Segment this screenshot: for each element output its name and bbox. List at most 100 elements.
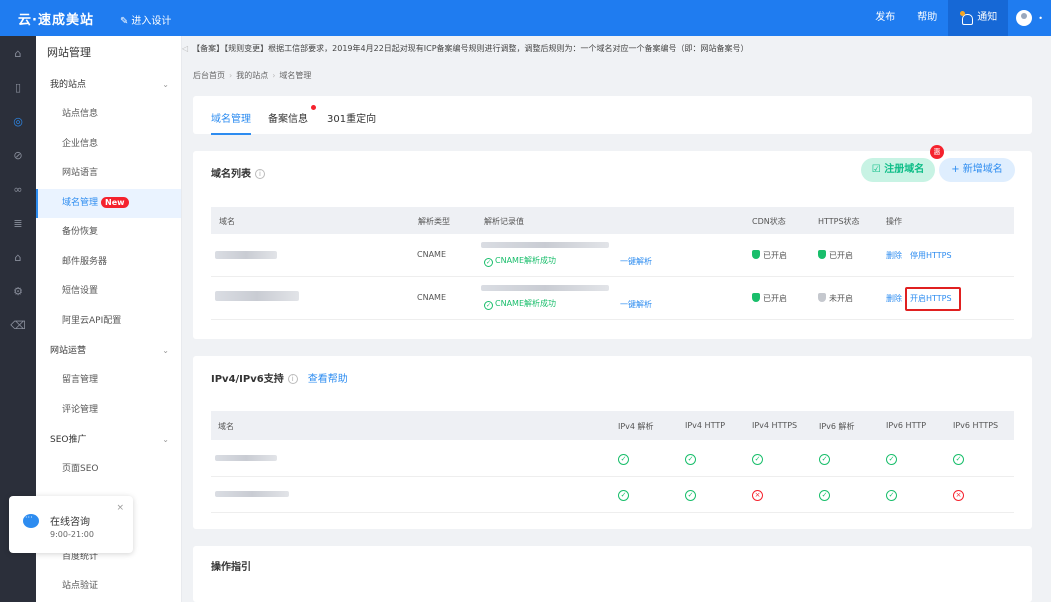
tab-301-redirect[interactable]: 301重定向	[327, 110, 376, 125]
logo[interactable]: 云·速成美站	[18, 9, 94, 28]
consult-hours: 9:00-21:00	[50, 530, 94, 539]
https-status: 未开启	[818, 293, 853, 304]
table-row: CNAME ✓ CNAME解析成功 一键解析 已开启 未开启 删除 开启HTTPS	[211, 277, 1014, 320]
table-header: 域名 IPv4 解析 IPv4 HTTP IPv4 HTTPS IPv6 解析 …	[211, 411, 1014, 440]
breadcrumb-home[interactable]: 后台首页	[193, 71, 225, 80]
record-status: ✓ CNAME解析成功	[484, 298, 556, 310]
col-resolve-type: 解析类型	[418, 217, 450, 226]
col-domain: 域名	[219, 217, 235, 226]
breadcrumb-my-site[interactable]: 我的站点	[236, 71, 268, 80]
sidebar-group-operations[interactable]: 网站运营 ⌄	[36, 336, 181, 366]
shop-icon[interactable]: ⌂	[0, 240, 36, 274]
check-circle-icon: ✓	[685, 454, 696, 465]
help-button[interactable]: 帮助	[906, 0, 948, 36]
https-status: 已开启	[818, 250, 853, 261]
breadcrumb-separator: ›	[272, 71, 276, 80]
shield-icon	[752, 250, 760, 259]
highlight-box	[905, 287, 961, 311]
red-dot	[311, 105, 316, 110]
close-icon[interactable]: ×	[116, 503, 124, 513]
tab-domain-management[interactable]: 域名管理	[211, 110, 251, 135]
sidebar-item-messages[interactable]: 留言管理	[36, 366, 181, 396]
top-bar: 云·速成美站 ✎ 进入设计 发布 帮助 通知 •	[0, 0, 1051, 36]
record-status: ✓ CNAME解析成功	[484, 255, 556, 267]
sidebar-item-aliyun-api[interactable]: 阿里云API配置	[36, 307, 181, 337]
disable-https-link[interactable]: 停用HTTPS	[910, 250, 952, 261]
notice-button[interactable]: 通知	[948, 0, 1009, 36]
section-title-text: IPv4/IPv6支持	[211, 374, 284, 385]
pages-icon[interactable]: ▯	[0, 70, 36, 104]
cdn-status-text: 已开启	[763, 294, 787, 303]
check-circle-icon: ✓	[484, 301, 493, 310]
group-label: 我的站点	[50, 80, 87, 90]
sidebar-item-sms[interactable]: 短信设置	[36, 277, 181, 307]
settings-icon[interactable]: ⚙	[0, 274, 36, 308]
info-icon[interactable]: i	[255, 169, 265, 179]
group-label: SEO推广	[50, 435, 87, 445]
redacted-record	[481, 285, 609, 291]
shield-icon	[818, 293, 826, 302]
col-https-status: HTTPS状态	[818, 217, 860, 226]
one-click-resolve-link[interactable]: 一键解析	[620, 256, 652, 267]
tab-filing-info[interactable]: 备案信息	[268, 105, 316, 125]
sidebar-group-my-site[interactable]: 我的站点 ⌄	[36, 70, 181, 100]
register-domain-button[interactable]: ☑ 注册域名	[861, 158, 935, 182]
compass-icon[interactable]: ⊘	[0, 138, 36, 172]
avatar[interactable]	[1016, 10, 1033, 26]
col-ipv4-https: IPv4 HTTPS	[752, 421, 798, 430]
sidebar-item-company-info[interactable]: 企业信息	[36, 130, 181, 160]
check-circle-icon: ✓	[752, 454, 763, 465]
sidebar-title: 网站管理	[47, 46, 91, 59]
tabs-card: 域名管理 备案信息 301重定向	[193, 96, 1032, 135]
sidebar-item-language[interactable]: 网站语言	[36, 159, 181, 189]
check-circle-icon: ✓	[819, 490, 830, 501]
chevron-down-icon[interactable]: •	[1038, 14, 1043, 23]
sidebar-item-comments[interactable]: 评论管理	[36, 396, 181, 426]
home-icon[interactable]: ⌂	[0, 36, 36, 70]
breadcrumb: 后台首页 › 我的站点 › 域名管理	[193, 70, 311, 81]
enter-design-button[interactable]: ✎ 进入设计	[120, 12, 171, 27]
sidebar-item-domain[interactable]: 域名管理 New	[36, 188, 181, 218]
sidebar-item-site-info[interactable]: 站点信息	[36, 100, 181, 130]
trash-icon[interactable]: ⌫	[0, 308, 36, 342]
list-icon[interactable]: ≣	[0, 206, 36, 240]
redacted-domain	[215, 455, 277, 461]
check-circle-icon: ✓	[484, 258, 493, 267]
guide-card: 操作指引	[193, 546, 1032, 602]
info-icon[interactable]: i	[287, 374, 298, 384]
check-circle-icon: ✓	[953, 454, 964, 465]
add-domain-button[interactable]: + 新增域名	[939, 158, 1015, 182]
one-click-resolve-link[interactable]: 一键解析	[620, 299, 652, 310]
domain-list-card: 域名列表 i ☑ 注册域名 惠 + 新增域名 域名 解析类型 解析记录值 CDN状…	[193, 145, 1032, 339]
chevron-down-icon: ⌄	[162, 346, 169, 355]
site-icon[interactable]: ◎	[0, 104, 36, 138]
check-circle-icon: ✓	[886, 490, 897, 501]
online-consult-widget[interactable]: 在线咨询 9:00-21:00 ×	[9, 496, 133, 553]
col-ipv6-https: IPv6 HTTPS	[953, 421, 999, 430]
delete-link[interactable]: 删除	[886, 293, 902, 304]
delete-link[interactable]: 删除	[886, 250, 902, 261]
col-record-value: 解析记录值	[484, 217, 524, 226]
table-header: 域名 解析类型 解析记录值 CDN状态 HTTPS状态 操作	[211, 207, 1014, 234]
domain-list-title: 域名列表 i	[211, 165, 265, 180]
notice-bar: ◁ 【备案】【规则变更】根据工信部要求，2019年4月22日起对现有ICP备案编号…	[182, 36, 1051, 62]
sidebar-group-seo[interactable]: SEO推广 ⌄	[36, 425, 181, 455]
shield-icon	[818, 250, 826, 259]
link-icon[interactable]: ∞	[0, 172, 36, 206]
view-help-link[interactable]: 查看帮助	[308, 374, 348, 385]
publish-button[interactable]: 发布	[864, 0, 906, 36]
sidebar-item-page-seo[interactable]: 页面SEO	[36, 455, 181, 485]
record-status-text: CNAME解析成功	[495, 256, 556, 265]
ipv-support-card: IPv4/IPv6支持 i 查看帮助 域名 IPv4 解析 IPv4 HTTP IP…	[193, 356, 1032, 529]
pen-icon: ✎	[120, 16, 129, 27]
resolve-type: CNAME	[417, 293, 446, 302]
sidebar-item-site-verify[interactable]: 站点验证	[36, 572, 181, 602]
redacted-domain	[215, 291, 299, 301]
col-cdn-status: CDN状态	[752, 217, 786, 226]
edit-icon: ☑	[871, 164, 885, 175]
sidebar-item-mail-server[interactable]: 邮件服务器	[36, 248, 181, 278]
notice-dot	[960, 10, 966, 16]
sidebar-item-backup[interactable]: 备份恢复	[36, 218, 181, 248]
cdn-status-text: 已开启	[763, 251, 787, 260]
breadcrumb-current: 域名管理	[279, 71, 312, 80]
